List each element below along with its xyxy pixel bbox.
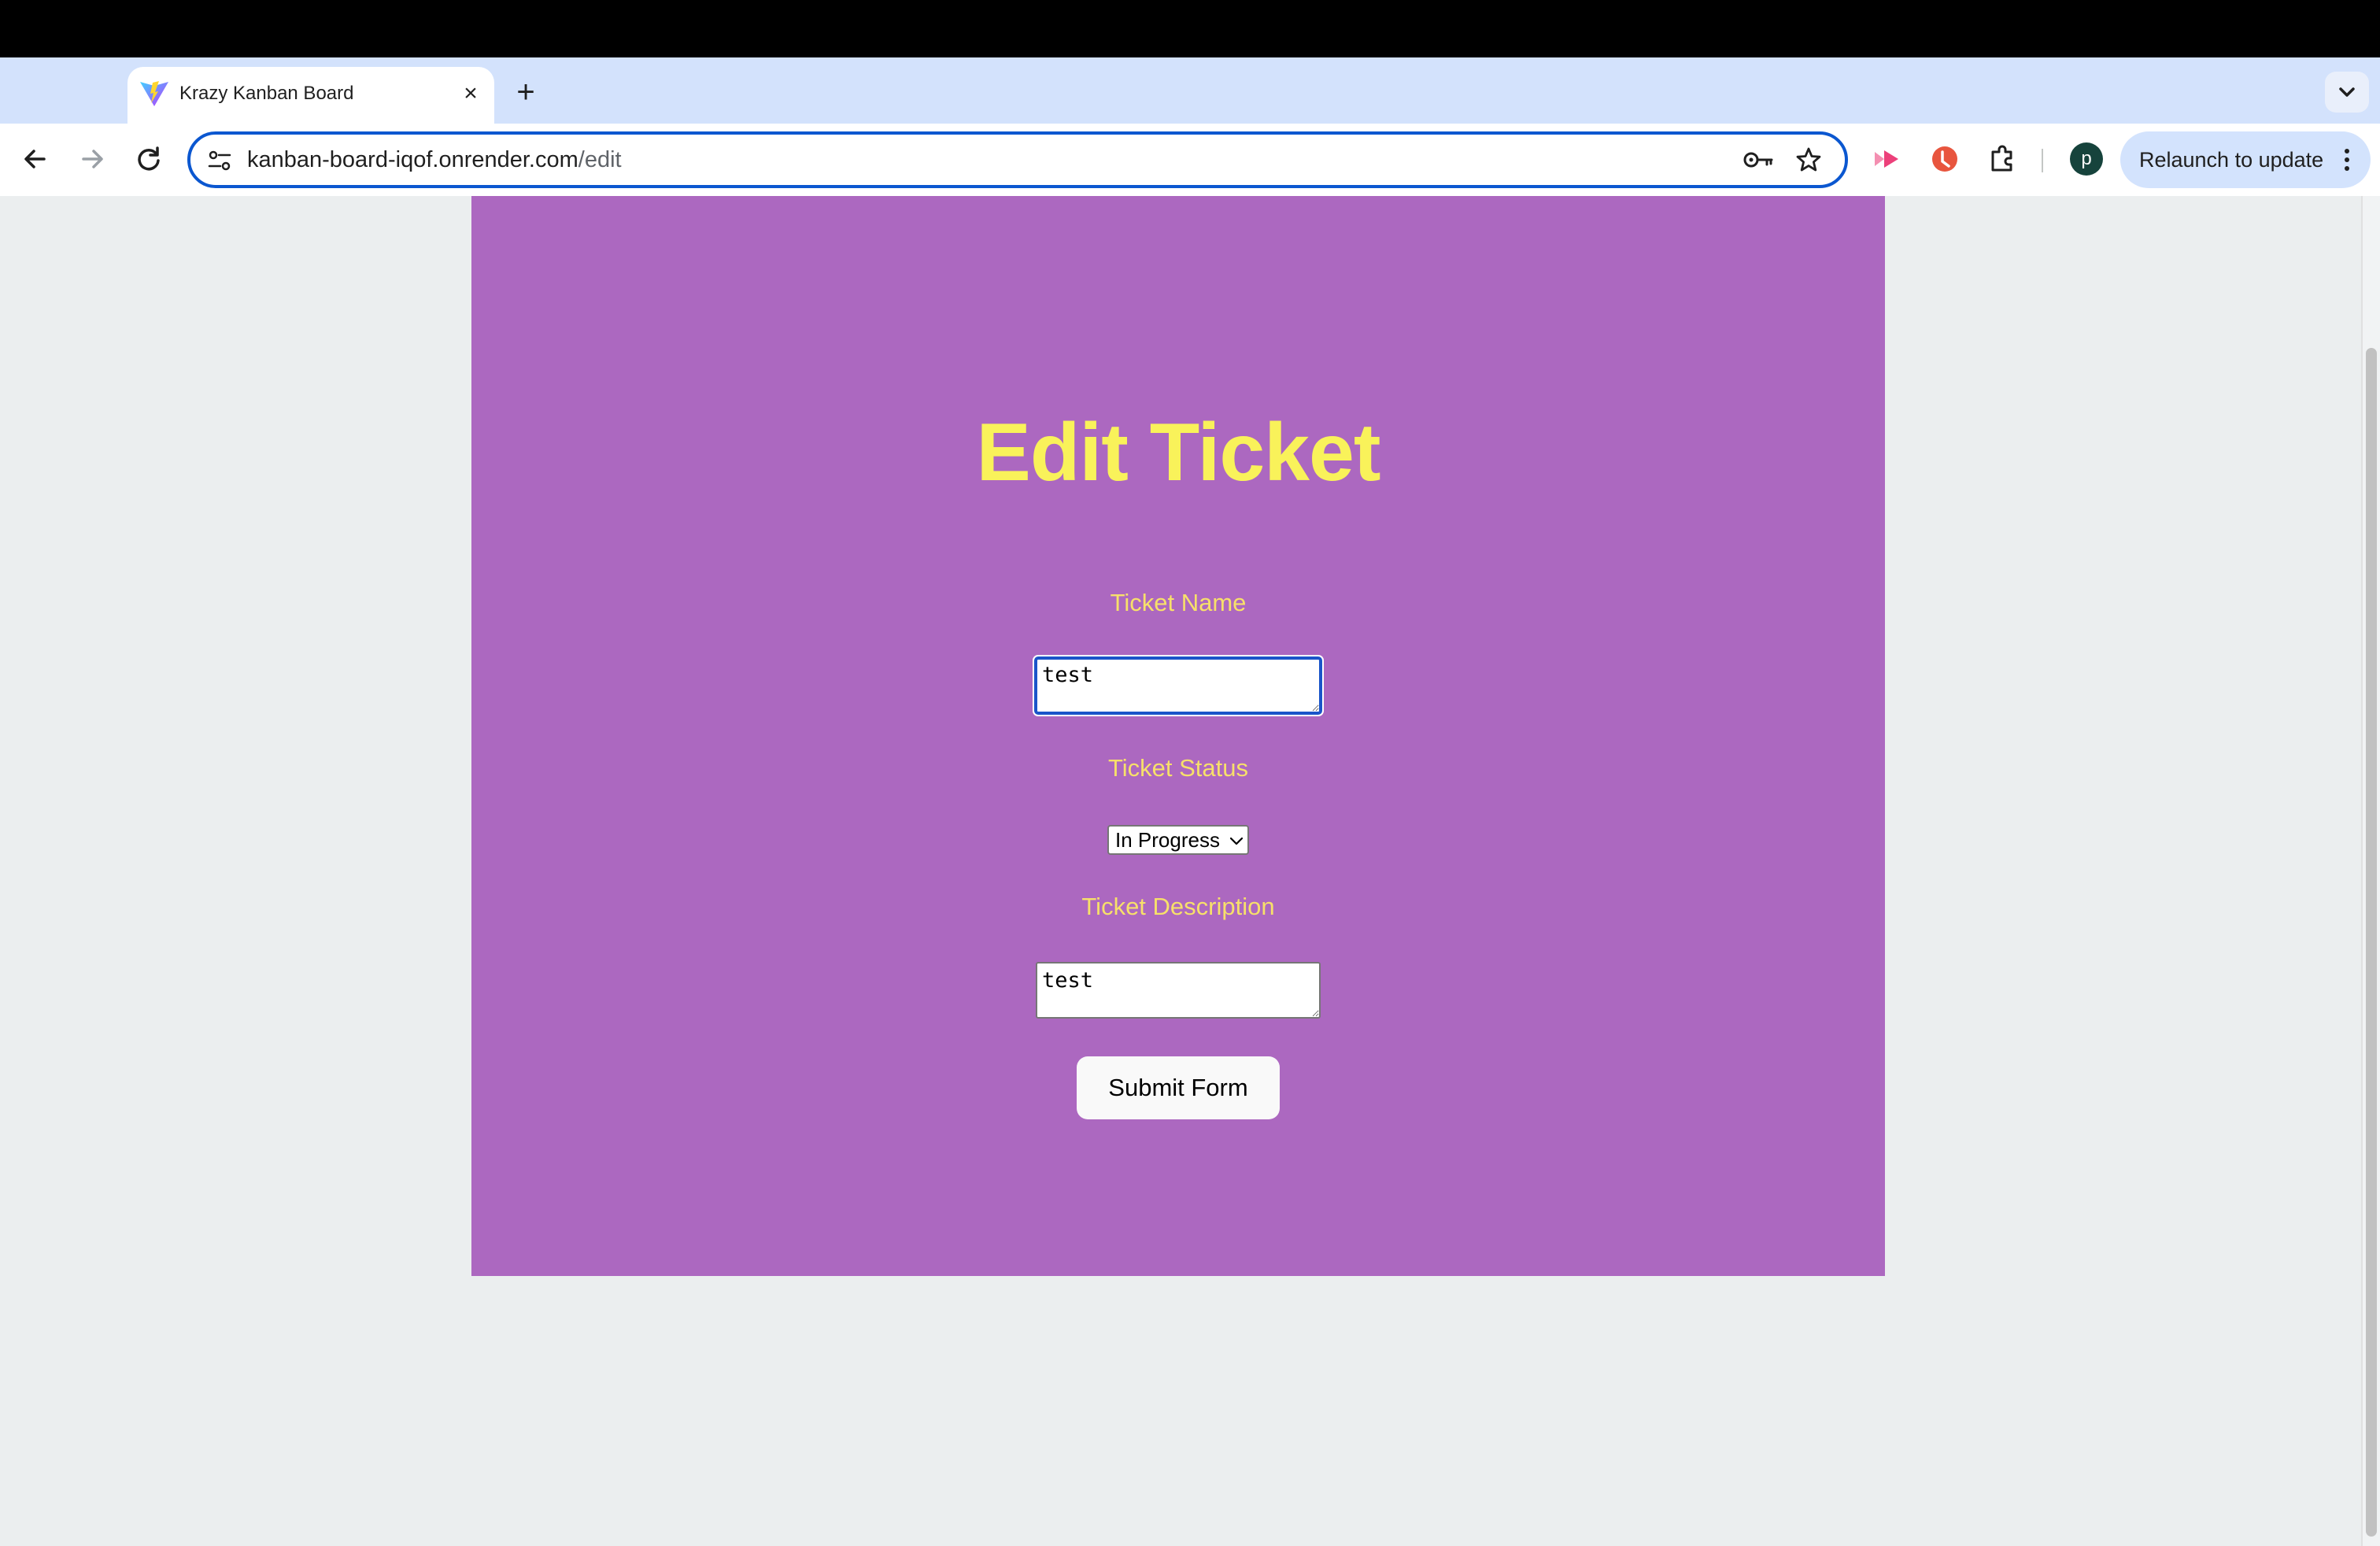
page-title: Edit Ticket xyxy=(976,407,1380,498)
submit-form-button[interactable]: Submit Form xyxy=(1077,1056,1280,1119)
ticket-name-label: Ticket Name xyxy=(1110,589,1247,616)
url-text: kanban-board-iqof.onrender.com/edit xyxy=(247,135,622,185)
kebab-menu-icon xyxy=(2345,149,2349,171)
relaunch-to-update-button[interactable]: Relaunch to update xyxy=(2120,131,2371,188)
bookmark-star-icon[interactable] xyxy=(1794,146,1823,174)
ticket-status-value: In Progress xyxy=(1115,828,1220,852)
profile-avatar[interactable]: p xyxy=(2070,142,2103,176)
browser-toolbar: kanban-board-iqof.onrender.com/edit p Re… xyxy=(0,124,2380,196)
extension-red-icon[interactable] xyxy=(1927,141,1963,177)
ticket-status-select[interactable]: In Progress xyxy=(1107,825,1249,855)
site-info-icon[interactable] xyxy=(206,147,233,174)
url-host: kanban-board-iqof.onrender.com xyxy=(247,147,578,172)
tab-title: Krazy Kanban Board xyxy=(179,83,354,104)
forward-arrow-icon[interactable] xyxy=(74,141,110,177)
tab-search-button[interactable] xyxy=(2325,72,2369,113)
ticket-status-label: Ticket Status xyxy=(1107,754,1249,782)
ticket-description-label: Ticket Description xyxy=(1081,893,1275,920)
tab-strip: Krazy Kanban Board × + xyxy=(0,57,2380,124)
chevron-down-icon xyxy=(1229,837,1244,845)
url-path: /edit xyxy=(578,147,622,172)
relaunch-label: Relaunch to update xyxy=(2139,148,2324,172)
edit-ticket-form-card: Edit Ticket Ticket Name test Ticket Stat… xyxy=(471,196,1885,1276)
back-arrow-icon[interactable] xyxy=(17,141,54,177)
tab-close-icon[interactable]: × xyxy=(455,78,486,109)
chevron-down-icon xyxy=(2339,87,2355,97)
page-scrollbar-thumb[interactable] xyxy=(2366,348,2377,1537)
extensions-puzzle-icon[interactable] xyxy=(1985,141,2021,177)
os-menu-bar xyxy=(0,0,2380,57)
ticket-name-input[interactable]: test xyxy=(1033,655,1324,716)
reload-icon[interactable] xyxy=(131,141,167,177)
vite-favicon-icon xyxy=(140,81,168,106)
toolbar-divider xyxy=(2042,149,2043,172)
password-key-icon[interactable] xyxy=(1743,147,1774,172)
new-tab-icon[interactable]: + xyxy=(510,75,541,109)
address-bar[interactable]: kanban-board-iqof.onrender.com/edit xyxy=(187,131,1848,188)
ticket-description-input[interactable]: test xyxy=(1036,962,1321,1019)
screencast-extension-icon[interactable] xyxy=(1868,141,1905,177)
page-viewport: Edit Ticket Ticket Name test Ticket Stat… xyxy=(0,196,2361,1546)
